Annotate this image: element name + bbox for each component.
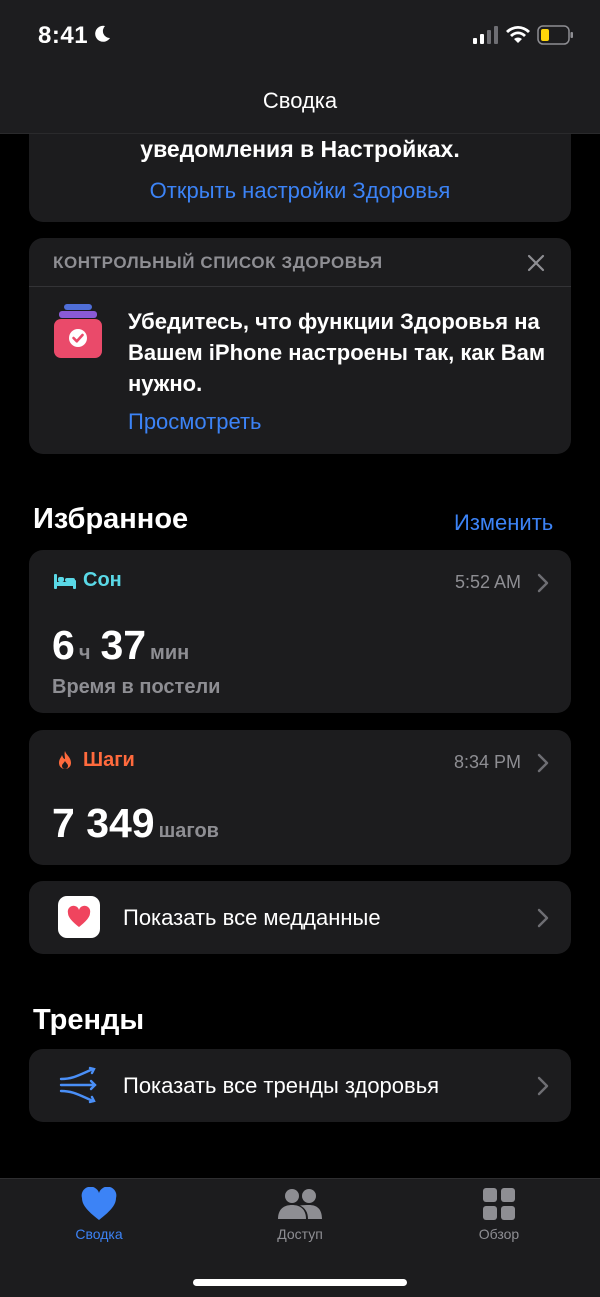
tab-sharing[interactable]: Доступ — [230, 1187, 370, 1253]
grid-icon — [483, 1188, 515, 1220]
steps-count: 7 349 — [52, 800, 155, 846]
close-icon[interactable] — [525, 252, 547, 274]
cellular-signal-icon — [473, 26, 498, 44]
navigation-bar: 8:41 Сводка — [0, 0, 600, 134]
sleep-hours-unit: ч — [78, 642, 91, 664]
favorites-title: Избранное — [33, 503, 189, 535]
steps-label: Шаги — [83, 749, 135, 771]
divider — [29, 286, 571, 287]
steps-card[interactable]: Шаги 8:34 PM 7 349 шагов — [29, 730, 571, 865]
flame-icon — [59, 751, 71, 769]
review-link[interactable]: Просмотреть — [128, 409, 262, 435]
home-indicator[interactable] — [193, 1279, 407, 1286]
checklist-header: КОНТРОЛЬНЫЙ СПИСОК ЗДОРОВЬЯ — [53, 253, 383, 272]
open-health-settings-link[interactable]: Открыть настройки Здоровья — [29, 178, 571, 204]
sleep-subtitle: Время в постели — [52, 676, 221, 698]
sleep-label: Сон — [83, 569, 122, 591]
health-app-icon — [58, 896, 100, 938]
checklist-description: Убедитесь, что функции Здоровья на Вашем… — [128, 309, 546, 396]
sleep-time: 5:52 AM — [454, 572, 521, 592]
show-all-health-data-row[interactable]: Показать все медданные — [29, 881, 571, 954]
status-time: 8:41 — [38, 22, 89, 49]
tab-summary-label: Сводка — [75, 1226, 123, 1242]
moon-icon — [95, 25, 110, 42]
tab-sharing-label: Доступ — [277, 1226, 323, 1242]
steps-unit: шагов — [158, 820, 219, 842]
trends-icon — [59, 1066, 97, 1104]
tab-browse[interactable]: Обзор — [429, 1187, 569, 1253]
chevron-right-icon — [537, 1076, 549, 1096]
chevron-right-icon — [537, 753, 549, 773]
show-all-health-data-label: Показать все медданные — [123, 905, 381, 930]
tab-bar: Сводка Доступ Обзор — [0, 1178, 600, 1297]
page-title: Сводка — [262, 88, 338, 113]
health-checklist-card: КОНТРОЛЬНЫЙ СПИСОК ЗДОРОВЬЯ Убедитесь, ч… — [29, 238, 571, 454]
bed-icon — [54, 574, 76, 589]
steps-time: 8:34 PM — [453, 752, 521, 772]
checklist-icon — [54, 304, 102, 358]
heart-icon — [81, 1187, 117, 1220]
chevron-right-icon — [537, 908, 549, 928]
notification-text: уведомления в Настройках. — [140, 136, 460, 162]
wifi-icon — [506, 26, 530, 43]
people-icon — [278, 1189, 322, 1219]
trends-title: Тренды — [33, 1004, 145, 1036]
tab-summary[interactable]: Сводка — [29, 1187, 169, 1253]
sleep-value: 6 ч 37 мин — [52, 622, 189, 669]
sleep-minutes-unit: мин — [150, 642, 190, 664]
tab-browse-label: Обзор — [478, 1226, 520, 1242]
sleep-hours: 6 — [52, 622, 75, 668]
show-all-trends-row[interactable]: Показать все тренды здоровья — [29, 1049, 571, 1122]
steps-value: 7 349 шагов — [52, 800, 219, 847]
chevron-right-icon — [537, 573, 549, 593]
battery-icon — [537, 25, 573, 45]
edit-favorites-button[interactable]: Изменить — [454, 510, 553, 536]
sleep-card[interactable]: Сон 5:52 AM 6 ч 37 мин Время в постели — [29, 550, 571, 713]
sleep-minutes: 37 — [100, 622, 147, 668]
show-all-trends-label: Показать все тренды здоровья — [123, 1073, 440, 1098]
